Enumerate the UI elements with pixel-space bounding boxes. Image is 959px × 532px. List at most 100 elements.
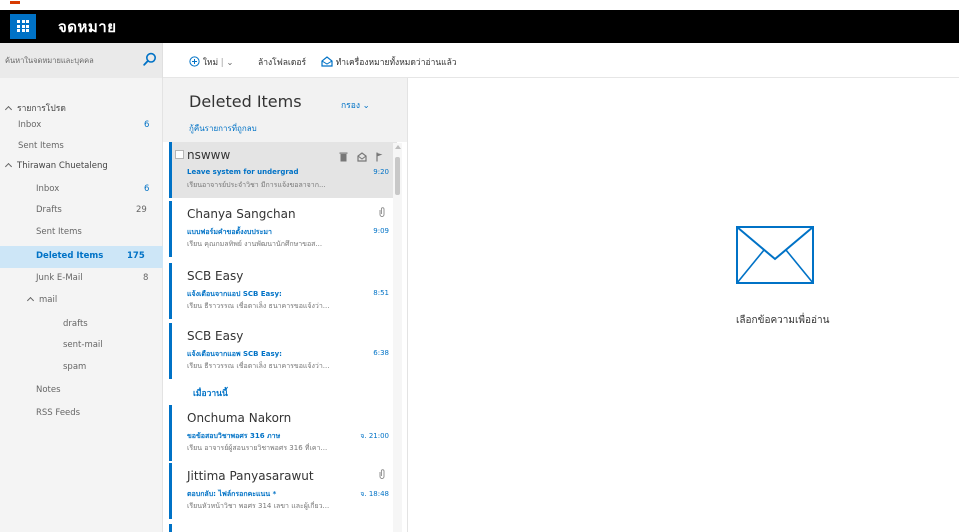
sidebar-item-label: Inbox	[36, 184, 60, 194]
scrollbar-thumb[interactable]	[395, 157, 400, 195]
empty-folder-button[interactable]: ล้างโฟลเดอร์	[258, 55, 306, 69]
envelope-icon	[736, 226, 814, 284]
sidebar-item-label: Notes	[36, 385, 61, 395]
list-item[interactable]: Jittima Panyasarawut ตอบกลับ: ไฟล์กรอกคะ…	[169, 463, 397, 519]
message-time: 9:09	[373, 227, 389, 235]
filter-button[interactable]: กรอง ⌄	[341, 98, 370, 112]
list-header: Deleted Items กรอง ⌄ กู้คืนรายการที่ถูกล…	[163, 78, 407, 142]
app-title: จดหมาย	[58, 18, 117, 36]
item-count: 29	[136, 205, 147, 215]
sidebar-item-label: sent-mail	[63, 340, 103, 350]
sidebar-item-favorite-sent[interactable]: Sent Items	[0, 136, 163, 158]
attachment-icon	[379, 469, 385, 479]
message-time: 9:20	[373, 168, 389, 176]
list-item[interactable]: SCB Easy แจ้งเตือนจากแอพ SCB Easy: 6:38 …	[169, 323, 397, 379]
sidebar-item-label: Drafts	[36, 205, 62, 215]
sidebar-item-notes[interactable]: Notes	[0, 380, 163, 402]
sidebar-item-rss[interactable]: RSS Feeds	[0, 403, 163, 425]
sidebar-item-drafts[interactable]: Drafts 29	[0, 200, 163, 222]
sidebar-item-favorite-inbox[interactable]: Inbox 6	[0, 115, 163, 137]
reading-pane: เลือกข้อความเพื่ออ่าน	[408, 78, 959, 532]
new-button-label: ใหม่	[202, 58, 219, 68]
mark-read-icon	[321, 56, 333, 67]
account-label: Thirawan Chuetaleng	[17, 161, 108, 171]
sidebar-item-mail[interactable]: mail	[0, 290, 163, 312]
chevron-down-icon[interactable]: ⌄	[226, 58, 233, 68]
favorites-label: รายการโปรด	[17, 104, 66, 114]
message-preview: เรียน ธีราวรรณ เชื่อตาเล็ง ธนาคารขอแจ้งว…	[187, 302, 330, 310]
attachment-icon	[379, 207, 385, 217]
collapse-chevron-icon	[26, 296, 35, 305]
unread-count: 6	[144, 120, 150, 130]
sidebar-item-mail-drafts[interactable]: drafts	[0, 314, 163, 336]
search-input[interactable]: ค้นหาในจดหมายและบุคคล	[0, 43, 163, 78]
list-item[interactable]: Chanya Sangchan แบบฟอร์มคำขอตั้งงบประมา …	[169, 201, 397, 257]
sidebar-item-sent[interactable]: Sent Items	[0, 222, 163, 244]
list-item[interactable]: nswww Leave system for undergrad 9:20 เร…	[169, 142, 397, 198]
mark-all-read-label: ทำเครื่องหมายทั้งหมดว่าอ่านแล้ว	[335, 58, 457, 68]
message-preview: เรียนอาจารย์ประจำวิชา มีการแจ้งขอลาจาก..…	[187, 181, 326, 189]
sidebar-item-inbox[interactable]: Inbox 6	[0, 179, 163, 201]
collapse-chevron-icon	[4, 105, 13, 114]
message-list: Deleted Items กรอง ⌄ กู้คืนรายการที่ถูกล…	[163, 78, 408, 532]
message-time: 8:51	[373, 289, 389, 297]
message-time: จ. 21:00	[360, 432, 389, 440]
list-item[interactable]: Onchuma Nakorn ขอข้อสอบวิชาพอศร 316 ภาษ …	[169, 405, 397, 461]
sidebar-item-label: Junk E-Mail	[36, 273, 83, 283]
account-section[interactable]: Thirawan Chuetaleng	[0, 156, 163, 178]
sidebar-item-label: RSS Feeds	[36, 408, 81, 418]
filter-label: กรอง	[341, 101, 360, 111]
command-bar: ค้นหาในจดหมายและบุคคล ใหม่ | ⌄ ล้างโฟลเด…	[0, 43, 959, 78]
message-subject: แบบฟอร์มคำขอตั้งงบประมา	[187, 228, 272, 236]
search-icon[interactable]	[143, 52, 157, 66]
app-launcher-icon[interactable]	[10, 14, 36, 39]
sidebar-item-label: Sent Items	[36, 227, 82, 237]
empty-folder-label: ล้างโฟลเดอร์	[258, 58, 307, 68]
mark-all-read-button[interactable]: ทำเครื่องหมายทั้งหมดว่าอ่านแล้ว	[321, 55, 457, 69]
message-subject: แจ้งเตือนจากแอป SCB Easy:	[187, 290, 282, 298]
list-item[interactable]: SCB Easy แจ้งเตือนจากแอป SCB Easy: 8:51 …	[169, 263, 397, 319]
message-subject: ตอบกลับ: ไฟล์กรอกคะแนน *	[187, 490, 277, 498]
message-sender: Onchuma Nakorn	[187, 411, 292, 425]
message-sender: SCB Easy	[187, 269, 244, 283]
sidebar-item-label: mail	[39, 295, 58, 305]
sidebar-item-label: Deleted Items	[36, 251, 104, 261]
message-sender: nswww	[187, 148, 231, 162]
group-header: เมื่อวานนี้	[193, 389, 228, 399]
message-preview: เรียนหัวหน้าวิชา พอศร 314 เลขา และผู้เกี…	[187, 502, 330, 510]
message-list-scrollbar[interactable]	[393, 143, 402, 532]
message-preview: เรียน คุณกมลทิพย์ งานพัฒนานักศึกษาขอส...	[187, 240, 323, 248]
collapse-chevron-icon	[4, 162, 13, 171]
move-to-inbox-icon[interactable]	[357, 152, 367, 162]
delete-icon[interactable]	[339, 152, 348, 162]
sidebar-item-label: Inbox	[18, 120, 42, 130]
select-checkbox[interactable]	[175, 150, 184, 159]
sidebar-item-junk[interactable]: Junk E-Mail 8	[0, 268, 163, 290]
folder-pane: รายการโปรด Inbox 6 Sent Items Thirawan C…	[0, 78, 163, 532]
sidebar-item-label: Sent Items	[18, 141, 64, 151]
brand-mark	[10, 1, 20, 4]
sidebar-item-mail-spam[interactable]: spam	[0, 357, 163, 379]
new-button[interactable]: ใหม่ | ⌄	[189, 55, 233, 69]
message-preview: เรียน อาจารย์ผู้สอนรายวิชาพอศร 316 ที่เค…	[187, 444, 328, 452]
sidebar-item-deleted[interactable]: Deleted Items 175	[0, 246, 163, 268]
message-subject: ขอข้อสอบวิชาพอศร 316 ภาษ	[187, 432, 281, 440]
search-placeholder: ค้นหาในจดหมายและบุคคล	[5, 56, 94, 65]
message-actions	[339, 147, 383, 166]
folder-title: Deleted Items	[189, 92, 302, 111]
empty-reading-message: เลือกข้อความเพื่ออ่าน	[736, 315, 830, 326]
scroll-up-icon[interactable]	[395, 145, 401, 149]
sidebar-item-label: spam	[63, 362, 87, 372]
message-sender: Jittima Panyasarawut	[187, 469, 314, 483]
message-sender: Chanya Sangchan	[187, 207, 296, 221]
recover-deleted-link[interactable]: กู้คืนรายการที่ถูกลบ	[189, 122, 257, 135]
item-count: 8	[143, 273, 149, 283]
sidebar-item-mail-sent[interactable]: sent-mail	[0, 335, 163, 357]
top-strip	[0, 0, 959, 10]
app-header: จดหมาย	[0, 10, 959, 43]
flag-icon[interactable]	[376, 152, 383, 162]
unread-count: 6	[144, 184, 150, 194]
message-subject: Leave system for undergrad	[187, 168, 299, 176]
message-sender: SCB Easy	[187, 329, 244, 343]
sidebar-item-label: drafts	[63, 319, 88, 329]
